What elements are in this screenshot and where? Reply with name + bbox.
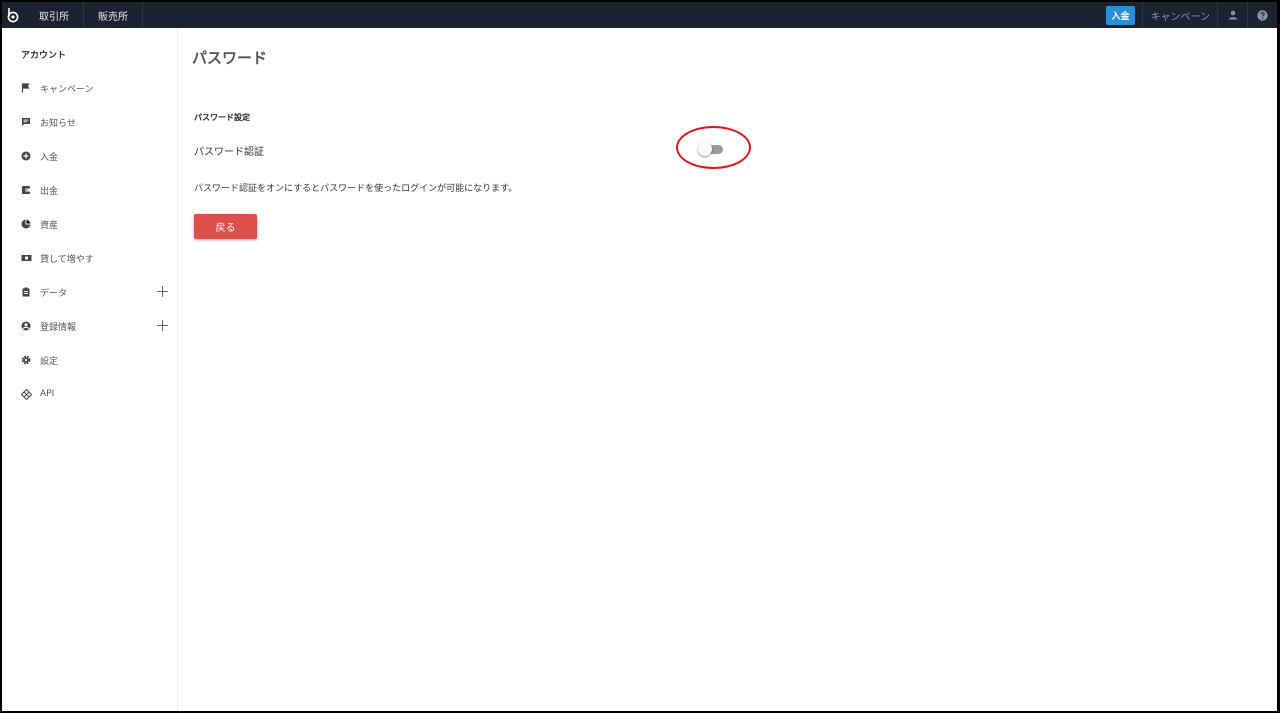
sidebar-item-label: 出金 bbox=[40, 186, 59, 197]
nav-tab-exchange[interactable]: 取引所 bbox=[23, 2, 83, 28]
campaign-link[interactable]: キャンペーン bbox=[1141, 2, 1218, 28]
sidebar-item-campaign[interactable]: キャンペーン bbox=[20, 79, 170, 97]
logo-icon[interactable] bbox=[3, 2, 23, 28]
pie-chart-icon bbox=[20, 218, 32, 230]
sidebar-item-label: 登録情報 bbox=[40, 322, 77, 333]
section-heading: パスワード設定 bbox=[194, 113, 250, 122]
help-icon[interactable] bbox=[1247, 2, 1277, 28]
sidebar-item-label: キャンペーン bbox=[40, 84, 94, 95]
sidebar-item-data[interactable]: データ bbox=[20, 283, 170, 301]
top-bar: 取引所 販売所 入金 キャンペーン bbox=[2, 2, 1277, 28]
back-button[interactable]: 戻る bbox=[194, 214, 257, 239]
sidebar-item-settings[interactable]: 設定 bbox=[20, 351, 170, 369]
app-frame: 取引所 販売所 入金 キャンペーン アカウント キャンペーン お知らせ 入金 出… bbox=[2, 2, 1277, 711]
password-auth-label: パスワード認証 bbox=[194, 147, 264, 158]
sidebar-item-label: 設定 bbox=[40, 356, 59, 367]
deposit-button[interactable]: 入金 bbox=[1106, 5, 1135, 25]
sidebar-item-label: お知らせ bbox=[40, 118, 76, 129]
sidebar-item-label: 資産 bbox=[40, 220, 59, 231]
sidebar-item-label: 入金 bbox=[40, 152, 59, 163]
top-right-menu: 入金 キャンペーン bbox=[1106, 2, 1277, 28]
sidebar-item-registration[interactable]: 登録情報 bbox=[20, 317, 170, 335]
nav-tab-brokerage[interactable]: 販売所 bbox=[83, 2, 143, 28]
sidebar-item-label: データ bbox=[40, 288, 68, 299]
expand-plus-icon[interactable] bbox=[157, 320, 168, 331]
account-circle-icon bbox=[20, 320, 32, 332]
api-icon bbox=[20, 388, 32, 400]
highlight-annotation-circle bbox=[676, 126, 751, 169]
sidebar-item-lending[interactable]: 貸して増やす bbox=[20, 249, 170, 267]
clipboard-icon bbox=[20, 286, 32, 298]
page-title: パスワード bbox=[192, 49, 268, 67]
sidebar-item-label: API bbox=[40, 389, 55, 399]
expand-plus-icon[interactable] bbox=[157, 286, 168, 297]
message-icon bbox=[20, 116, 32, 128]
plus-circle-icon bbox=[20, 150, 32, 162]
password-auth-description: パスワード認証をオンにするとパスワードを使ったログインが可能になります。 bbox=[194, 184, 518, 194]
money-icon bbox=[20, 252, 32, 264]
wallet-icon bbox=[20, 184, 32, 196]
flag-icon bbox=[20, 82, 32, 94]
gear-icon bbox=[20, 354, 32, 366]
user-icon[interactable] bbox=[1217, 2, 1247, 28]
sidebar-item-label: 貸して増やす bbox=[40, 254, 94, 265]
sidebar-item-deposit[interactable]: 入金 bbox=[20, 147, 170, 165]
sidebar-item-api[interactable]: API bbox=[20, 385, 170, 403]
sidebar-item-notifications[interactable]: お知らせ bbox=[20, 113, 170, 131]
sidebar-item-assets[interactable]: 資産 bbox=[20, 215, 170, 233]
sidebar-item-withdraw[interactable]: 出金 bbox=[20, 181, 170, 199]
sidebar-title: アカウント bbox=[21, 51, 67, 61]
sidebar: アカウント キャンペーン お知らせ 入金 出金 資産 貸して増やす データ 登録… bbox=[2, 28, 178, 711]
